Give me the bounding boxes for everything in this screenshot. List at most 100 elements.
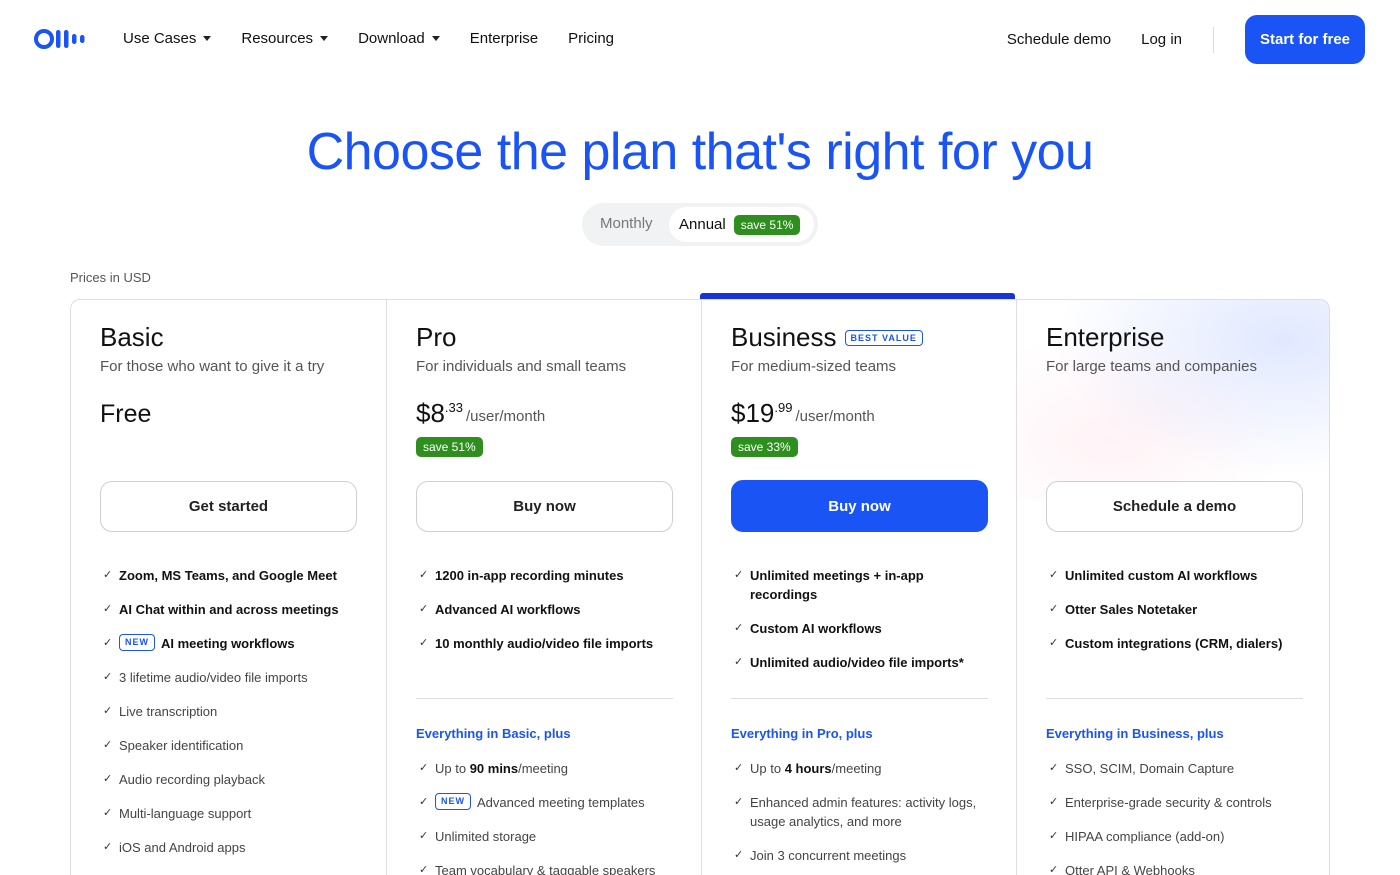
plan-name: Business: [731, 322, 837, 352]
feature-text: AI Chat within and across meetings: [119, 602, 339, 617]
nav-resources[interactable]: Resources: [241, 28, 329, 48]
buy-now-button-pro[interactable]: Buy now: [416, 481, 673, 532]
plus-feature-list: ✓ Up to 90 mins/meeting ✓ NEW Advanced meet…: [419, 759, 677, 875]
feature-text: SSO, SCIM, Domain Capture: [1065, 761, 1235, 776]
nav-pricing[interactable]: Pricing: [568, 28, 614, 48]
nav-enterprise[interactable]: Enterprise: [470, 28, 538, 48]
plus-heading: Everything in Basic, plus: [416, 726, 571, 741]
feature-item: ✓ Zoom, MS Teams, and Google Meet: [103, 566, 361, 585]
check-icon: ✓: [103, 637, 113, 649]
feature-item: ✓ Enhanced admin features: activity logs,…: [734, 793, 992, 831]
schedule-a-demo-button[interactable]: Schedule a demo: [1046, 481, 1303, 532]
feature-text: Enterprise-grade security & controls: [1065, 795, 1272, 810]
check-icon: ✓: [103, 739, 113, 751]
feature-text-post: /meeting: [831, 761, 882, 776]
nav-enterprise-label: Enterprise: [469, 29, 539, 47]
plan-subtitle: For large teams and companies: [1046, 358, 1257, 375]
check-icon: ✓: [419, 864, 429, 875]
top-nav: Use Cases Resources Download Enterprise …: [0, 0, 1400, 76]
feature-text: Join 3 concurrent meetings: [750, 848, 907, 863]
feature-list: ✓ Unlimited custom AI workflows ✓ Otter Sa…: [1049, 566, 1307, 668]
feature-list: ✓ Unlimited meetings + in-app recordings …: [734, 566, 992, 687]
check-icon: ✓: [103, 773, 113, 785]
get-started-button[interactable]: Get started: [100, 481, 357, 532]
chevron-down-icon: [320, 35, 329, 41]
feature-text: Up to 90 mins/meeting: [435, 759, 568, 778]
feature-text: 10 monthly audio/video file imports: [435, 636, 654, 651]
nav-pricing-label: Pricing: [568, 29, 615, 47]
plan-save-badge: save 51%: [416, 437, 483, 457]
feature-text: Otter Sales Notetaker: [1065, 602, 1198, 617]
toggle-annual-label: Annual: [679, 216, 726, 233]
plan-name-row: Business BEST VALUE: [731, 322, 923, 353]
check-icon: ✓: [103, 841, 113, 853]
feature-item: ✓ Unlimited storage: [419, 827, 677, 846]
feature-item: ✓ 10 monthly audio/video file imports: [419, 634, 677, 653]
plan-price: Free: [100, 400, 152, 428]
schedule-demo-link[interactable]: Schedule demo: [1007, 31, 1111, 48]
feature-text: 3 lifetime audio/video file imports: [119, 670, 308, 685]
toggle-monthly[interactable]: Monthly: [600, 215, 653, 232]
nav-download[interactable]: Download: [358, 28, 440, 48]
feature-text: Unlimited audio/video file imports*: [750, 655, 964, 670]
check-icon: ✓: [734, 656, 744, 668]
feature-text: Unlimited storage: [435, 829, 537, 844]
nav-use-cases[interactable]: Use Cases: [123, 28, 212, 48]
plan-card-business: Business BEST VALUE For medium-sized tea…: [701, 300, 1016, 875]
feature-item: ✓ Otter Sales Notetaker: [1049, 600, 1307, 619]
plan-name-row: Basic: [100, 322, 164, 353]
check-icon: ✓: [1049, 603, 1059, 615]
feature-text: Live transcription: [119, 704, 218, 719]
nav-links: Use Cases Resources Download Enterprise …: [123, 28, 644, 48]
plan-save-badge: save 33%: [731, 437, 798, 457]
feature-text: Speaker identification: [119, 738, 244, 753]
feature-text: Advanced AI workflows: [435, 602, 581, 617]
plus-heading: Everything in Business, plus: [1046, 726, 1224, 741]
feature-item: ✓ Custom AI workflows: [734, 619, 992, 638]
check-icon: ✓: [419, 569, 429, 581]
feature-list: ✓ 1200 in-app recording minutes ✓ Advanced…: [419, 566, 677, 668]
feature-text: 1200 in-app recording minutes: [435, 568, 624, 583]
plus-feature-list: ✓ SSO, SCIM, Domain Capture ✓ Enterprise-g…: [1049, 759, 1307, 875]
feature-item: ✓ Unlimited custom AI workflows: [1049, 566, 1307, 585]
plan-price: $8 .33 /user/month: [416, 398, 545, 429]
feature-text: Unlimited meetings + in-app recordings: [750, 568, 924, 602]
feature-item: ✓ 3 lifetime audio/video file imports: [103, 668, 361, 687]
chevron-down-icon: [203, 35, 212, 41]
buy-now-button-business[interactable]: Buy now: [731, 480, 988, 532]
new-badge: NEW: [435, 793, 471, 810]
price-cents: .33: [444, 400, 463, 415]
price-dollars: $19: [731, 398, 775, 428]
plan-subtitle: For medium-sized teams: [731, 358, 897, 375]
check-icon: ✓: [1049, 569, 1059, 581]
check-icon: ✓: [734, 569, 744, 581]
feature-text: Custom AI workflows: [750, 621, 882, 636]
otter-logo-icon[interactable]: [34, 28, 90, 50]
best-value-badge: BEST VALUE: [844, 329, 923, 346]
check-icon: ✓: [419, 637, 429, 649]
check-icon: ✓: [1049, 864, 1059, 875]
price-unit: /user/month: [795, 408, 875, 425]
nav-resources-label: Resources: [241, 29, 314, 47]
check-icon: ✓: [734, 796, 744, 808]
nav-actions: Schedule demo Log in Start for free: [977, 15, 1365, 64]
divider: [416, 698, 673, 699]
new-badge: NEW: [119, 634, 155, 651]
plan-card-pro: Pro For individuals and small teams $8 .…: [386, 300, 701, 875]
feature-item: ✓ Advanced AI workflows: [419, 600, 677, 619]
check-icon: ✓: [103, 603, 113, 615]
nav-download-label: Download: [358, 29, 425, 47]
feature-item: ✓ Speaker identification: [103, 736, 361, 755]
login-link[interactable]: Log in: [1141, 31, 1182, 48]
plan-subtitle: For those who want to give it a try: [100, 358, 325, 375]
check-icon: ✓: [419, 796, 429, 808]
feature-text: Enhanced admin features: activity logs, …: [750, 795, 977, 829]
nav-divider: [1213, 26, 1214, 53]
start-for-free-button[interactable]: Start for free: [1245, 15, 1365, 64]
toggle-annual[interactable]: Annual save 51%: [669, 207, 814, 242]
plus-feature-list: ✓ Up to 4 hours/meeting ✓ Enhanced admin f…: [734, 759, 992, 875]
check-icon: ✓: [1049, 796, 1059, 808]
check-icon: ✓: [1049, 830, 1059, 842]
feature-text-strong: 90 mins: [469, 761, 519, 776]
feature-item: ✓ Live transcription: [103, 702, 361, 721]
